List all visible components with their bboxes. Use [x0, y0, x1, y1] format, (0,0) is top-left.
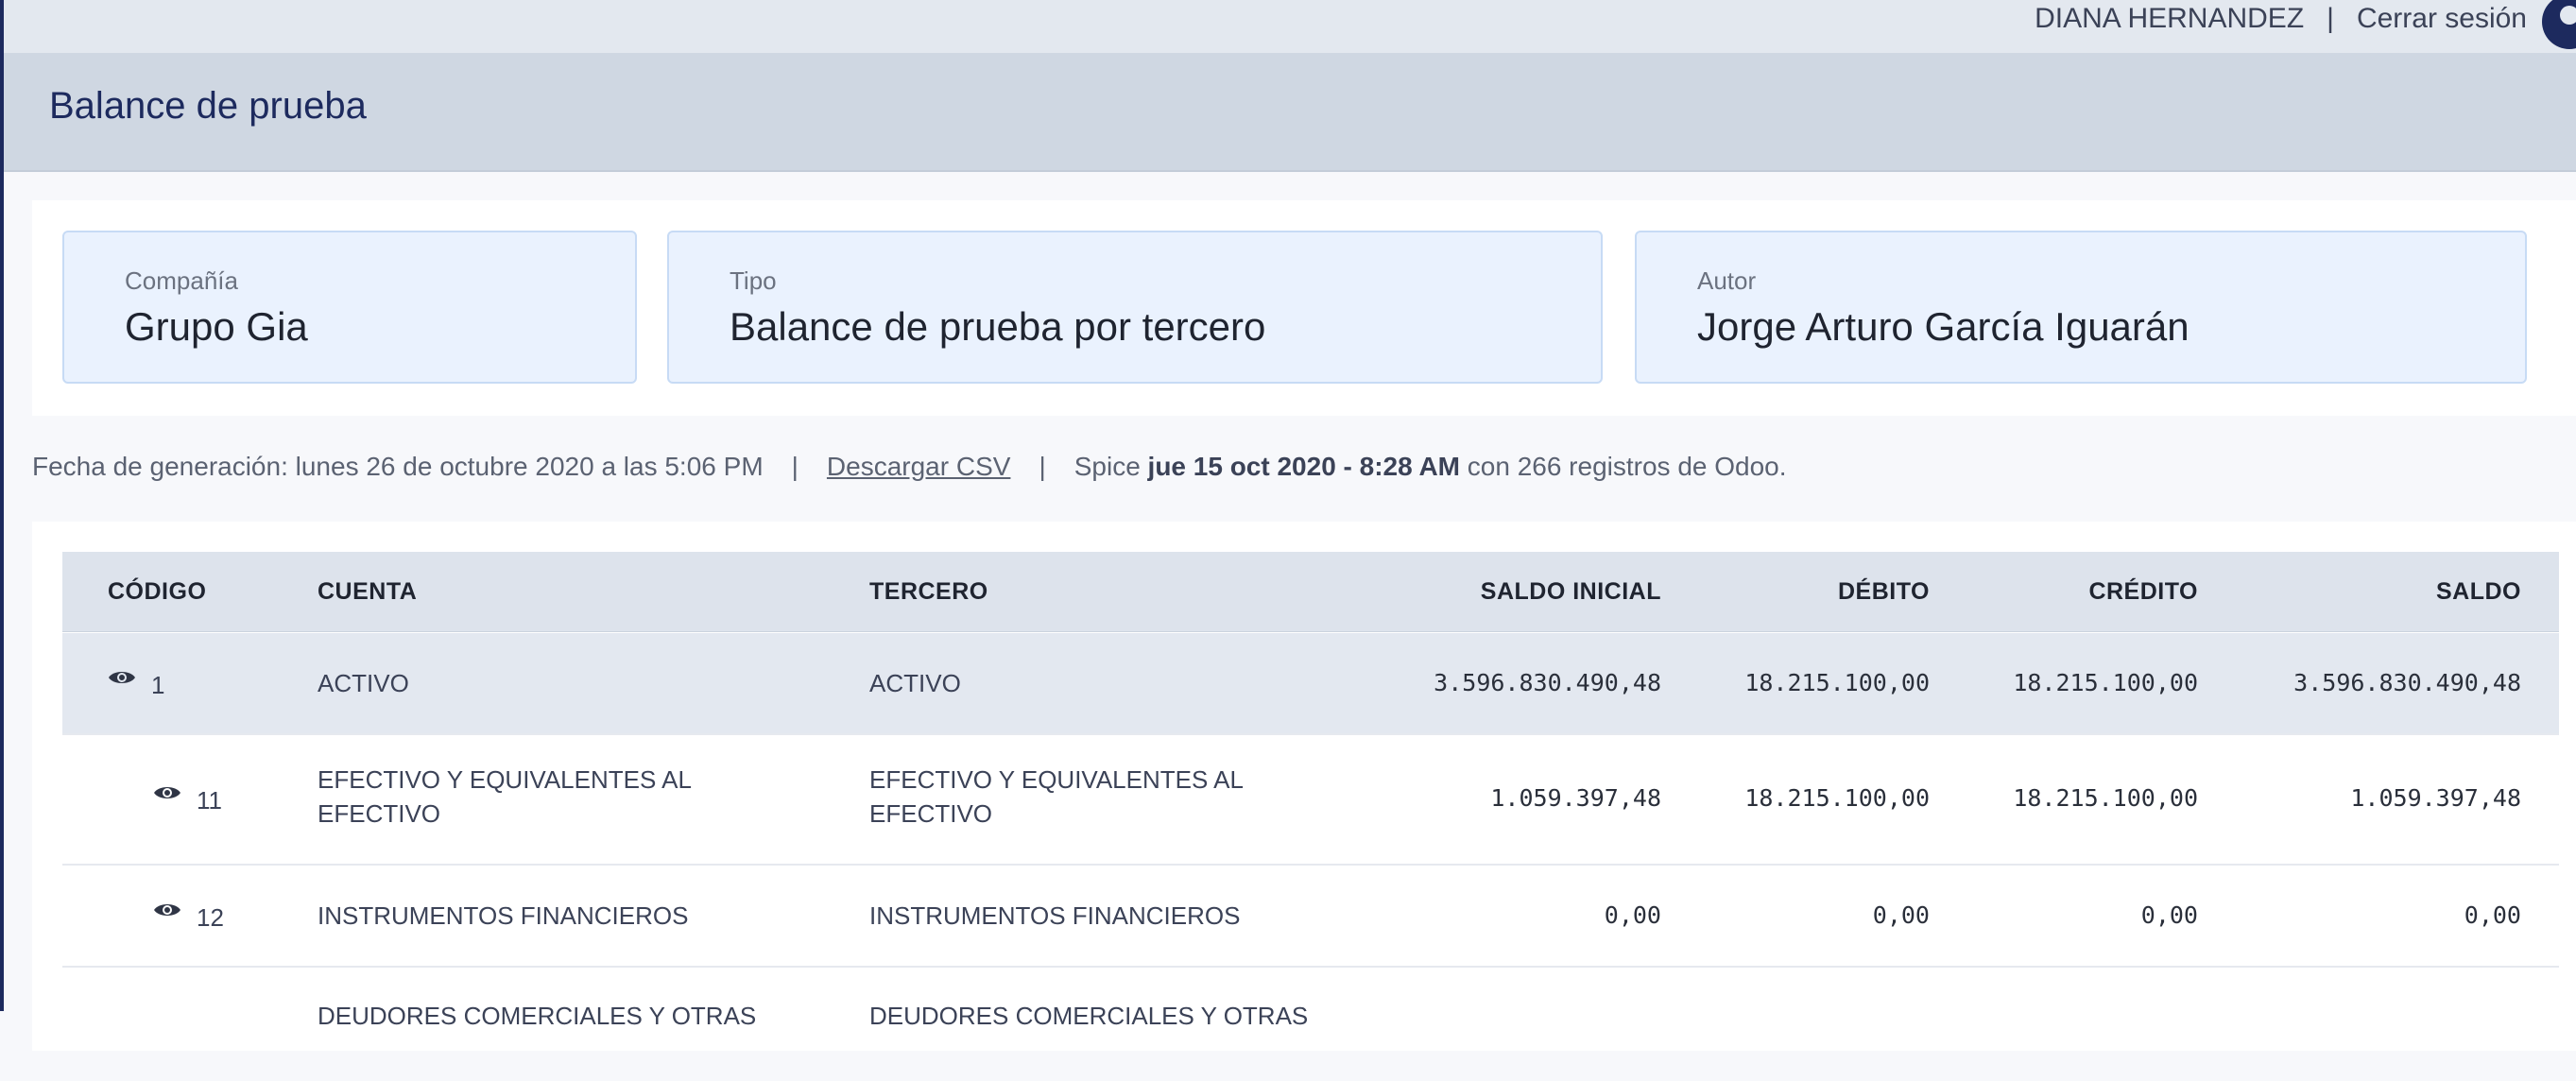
row-third: DEUDORES COMERCIALES Y OTRAS [869, 1002, 1309, 1030]
company-value: Grupo Gia [125, 304, 308, 349]
logout-link[interactable]: Cerrar sesión [2357, 3, 2527, 35]
row-initial-balance: 0,00 [1604, 901, 1661, 929]
row-third: ACTIVO [869, 669, 961, 697]
header-third[interactable]: TERCERO [869, 552, 988, 631]
download-csv-link[interactable]: Descargar CSV [827, 452, 1011, 481]
report-info-panel: Compañía Grupo Gia Tipo Balance de prueb… [32, 200, 2576, 416]
top-bar: DIANA HERNANDEZ | Cerrar sesión [4, 0, 2576, 53]
header-account[interactable]: CUENTA [318, 552, 417, 631]
company-card: Compañía Grupo Gia [62, 231, 637, 384]
eye-icon[interactable] [153, 901, 181, 918]
page-header: Balance de prueba [4, 53, 2576, 172]
author-value: Jorge Arturo García Iguarán [1697, 304, 2190, 349]
row-balance: 1.059.397,48 [2350, 784, 2521, 812]
company-label: Compañía [125, 266, 238, 295]
header-initial-balance[interactable]: SALDO INICIAL [1481, 552, 1661, 631]
author-label: Autor [1697, 266, 1757, 295]
row-debit: 18.215.100,00 [1744, 784, 1930, 812]
row-account: DEUDORES COMERCIALES Y OTRAS [318, 1002, 757, 1030]
row-code: 12 [197, 903, 224, 932]
row-balance: 0,00 [2464, 901, 2521, 929]
row-account: INSTRUMENTOS FINANCIEROS [318, 901, 689, 930]
spice-prefix: Spice [1073, 452, 1141, 481]
user-name: DIANA HERNANDEZ [2035, 3, 2305, 34]
row-credit: 18.215.100,00 [2013, 669, 2198, 696]
header-debit[interactable]: DÉBITO [1838, 552, 1930, 631]
eye-icon[interactable] [153, 784, 181, 801]
eye-icon[interactable] [108, 669, 136, 686]
row-account-line2: EFECTIVO [318, 799, 441, 828]
user-avatar-icon[interactable] [2542, 0, 2576, 49]
type-value: Balance de prueba por tercero [730, 304, 1266, 349]
row-credit: 0,00 [2140, 901, 2198, 929]
table-header-row: CÓDIGO CUENTA TERCERO SALDO INICIAL DÉBI… [62, 552, 2559, 632]
type-label: Tipo [730, 266, 777, 295]
row-account-line1: EFECTIVO Y EQUIVALENTES AL [318, 765, 692, 794]
row-initial-balance: 3.596.830.490,48 [1434, 669, 1661, 696]
type-card: Tipo Balance de prueba por tercero [667, 231, 1603, 384]
header-credit[interactable]: CRÉDITO [2088, 552, 2198, 631]
table-row[interactable]: DEUDORES COMERCIALES Y OTRAS DEUDORES CO… [62, 968, 2559, 1081]
balance-table: CÓDIGO CUENTA TERCERO SALDO INICIAL DÉBI… [32, 522, 2576, 1051]
page-title: Balance de prueba [49, 85, 367, 127]
row-code: 11 [197, 786, 222, 815]
row-initial-balance: 1.059.397,48 [1490, 784, 1661, 812]
user-menu: DIANA HERNANDEZ | Cerrar sesión [2035, 0, 2527, 38]
table-row[interactable]: 11 EFECTIVO Y EQUIVALENTES AL EFECTIVO E… [62, 733, 2559, 866]
row-third-line1: EFECTIVO Y EQUIVALENTES AL [869, 765, 1244, 794]
row-debit: 18.215.100,00 [1744, 669, 1930, 696]
row-credit: 18.215.100,00 [2013, 784, 2198, 812]
row-account: ACTIVO [318, 669, 409, 697]
table-row[interactable]: 1 ACTIVO ACTIVO 3.596.830.490,48 18.215.… [62, 633, 2559, 735]
meta-separator: | [791, 452, 799, 481]
row-third: INSTRUMENTOS FINANCIEROS [869, 901, 1241, 930]
spice-date: jue 15 oct 2020 - 8:28 AM [1147, 452, 1460, 481]
generation-date: Fecha de generación: lunes 26 de octubre… [32, 452, 764, 481]
row-balance: 3.596.830.490,48 [2293, 669, 2521, 696]
row-code: 1 [151, 671, 165, 699]
report-meta-line: Fecha de generación: lunes 26 de octubre… [32, 452, 1787, 482]
author-card: Autor Jorge Arturo García Iguarán [1635, 231, 2527, 384]
table-row[interactable]: 12 INSTRUMENTOS FINANCIEROS INSTRUMENTOS… [62, 866, 2559, 968]
header-balance[interactable]: SALDO [2436, 552, 2521, 631]
header-code[interactable]: CÓDIGO [108, 552, 206, 631]
meta-separator: | [1039, 452, 1046, 481]
user-separator: | [2327, 3, 2334, 34]
row-debit: 0,00 [1872, 901, 1930, 929]
row-third-line2: EFECTIVO [869, 799, 993, 828]
spice-suffix: con 266 registros de Odoo. [1467, 452, 1787, 481]
